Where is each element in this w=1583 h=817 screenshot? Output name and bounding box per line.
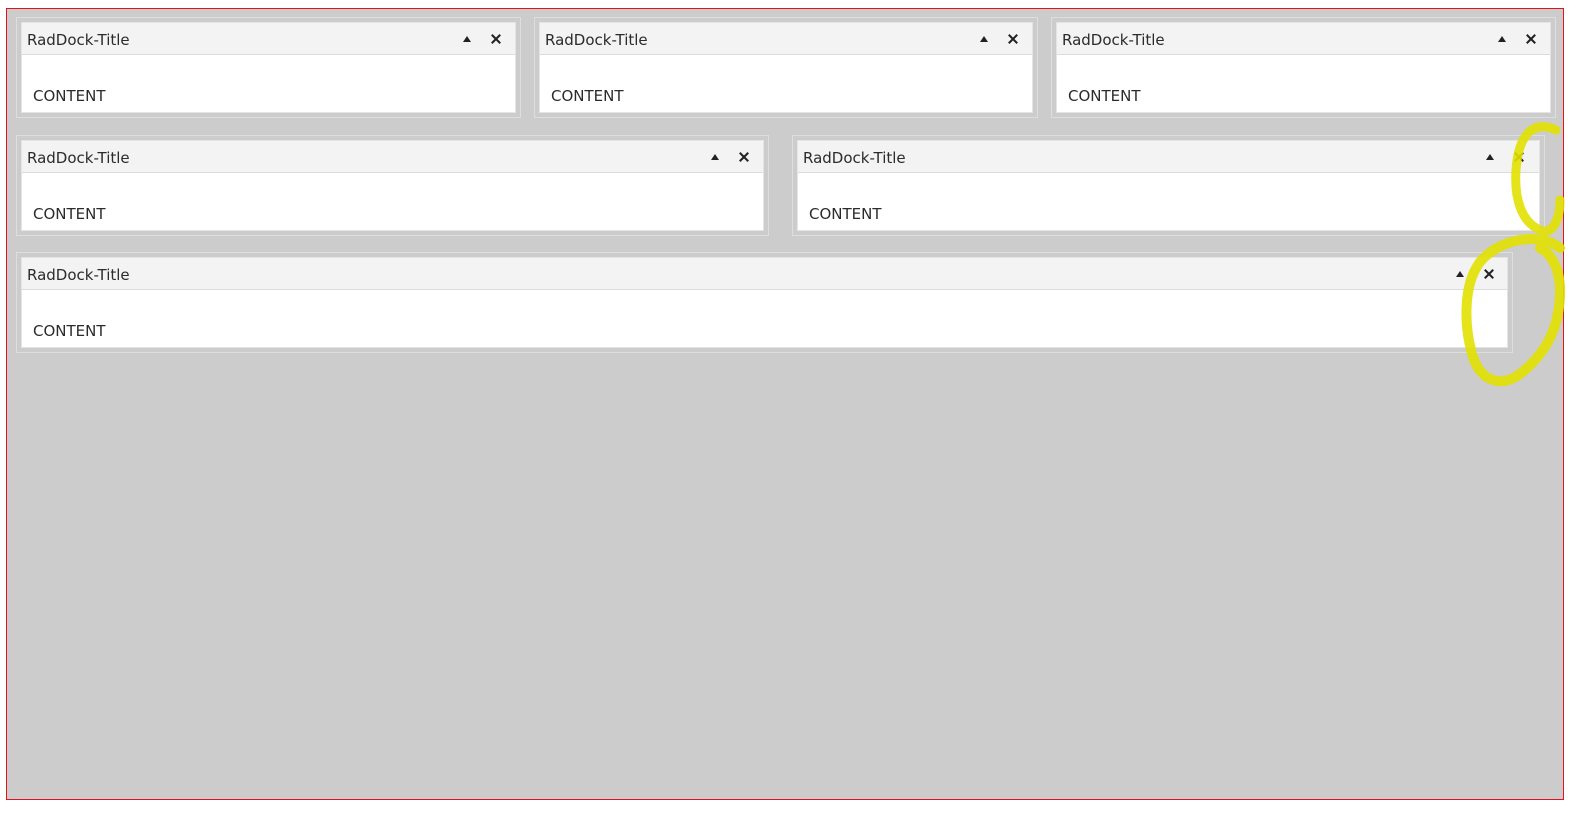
collapse-icon[interactable] [1453,267,1467,281]
close-icon[interactable] [1512,150,1526,164]
dock-zone: RadDock-Title CONTENT [534,17,1038,118]
dock-title: RadDock-Title [27,266,130,284]
rad-dock[interactable]: RadDock-Title CONTENT [21,140,764,231]
close-icon[interactable] [489,32,503,46]
collapse-icon[interactable] [1483,150,1497,164]
collapse-icon[interactable] [1495,32,1509,46]
dock-zone: RadDock-Title CONTENT [792,135,1545,236]
collapse-icon[interactable] [708,150,722,164]
rad-dock[interactable]: RadDock-Title CONTENT [1056,22,1551,113]
dock-title: RadDock-Title [1062,31,1165,49]
dock-layout-area: RadDock-Title CONTENT RadDock-Title CONT… [6,8,1564,800]
dock-zone: RadDock-Title CONTENT [1051,17,1556,118]
dock-titlebar[interactable]: RadDock-Title [798,141,1539,173]
dock-content: CONTENT [33,322,106,340]
dock-title: RadDock-Title [545,31,648,49]
dock-content: CONTENT [551,87,624,105]
dock-content: CONTENT [33,205,106,223]
close-icon[interactable] [1524,32,1538,46]
dock-content: CONTENT [809,205,882,223]
dock-titlebar[interactable]: RadDock-Title [22,23,515,55]
close-icon[interactable] [1482,267,1496,281]
dock-title: RadDock-Title [27,149,130,167]
dock-zone: RadDock-Title CONTENT [16,17,521,118]
dock-content: CONTENT [1068,87,1141,105]
collapse-icon[interactable] [977,32,991,46]
collapse-icon[interactable] [460,32,474,46]
dock-title: RadDock-Title [803,149,906,167]
dock-zone: RadDock-Title CONTENT [16,135,769,236]
close-icon[interactable] [737,150,751,164]
dock-zone: RadDock-Title CONTENT [16,252,1513,353]
dock-title: RadDock-Title [27,31,130,49]
dock-titlebar[interactable]: RadDock-Title [540,23,1032,55]
dock-content: CONTENT [33,87,106,105]
dock-titlebar[interactable]: RadDock-Title [22,258,1507,290]
rad-dock[interactable]: RadDock-Title CONTENT [797,140,1540,231]
rad-dock[interactable]: RadDock-Title CONTENT [21,22,516,113]
dock-titlebar[interactable]: RadDock-Title [22,141,763,173]
rad-dock[interactable]: RadDock-Title CONTENT [21,257,1508,348]
dock-titlebar[interactable]: RadDock-Title [1057,23,1550,55]
rad-dock[interactable]: RadDock-Title CONTENT [539,22,1033,113]
close-icon[interactable] [1006,32,1020,46]
